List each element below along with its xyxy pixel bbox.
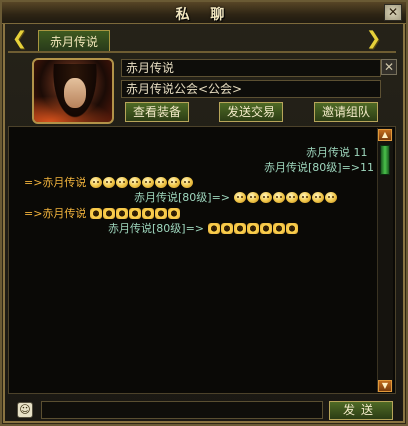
smiley-emote-icon xyxy=(298,192,311,203)
message-text: 赤月传说[80级]=> xyxy=(134,191,231,204)
scroll-up-icon[interactable]: ▲ xyxy=(378,129,392,141)
send-button[interactable]: 发送 xyxy=(329,401,393,420)
player-guild-field: 赤月传说公会<公会> xyxy=(121,80,381,98)
smiley-emote-icon xyxy=(89,208,102,219)
smiley-emote-icon xyxy=(285,223,298,234)
smiley-emote-icon xyxy=(233,192,246,203)
smiley-emote-icon xyxy=(89,177,102,188)
player-name-field: 赤月传说 xyxy=(121,59,381,77)
chat-message: =>赤月传说 xyxy=(24,207,181,221)
smiley-emote-icon xyxy=(285,192,298,203)
view-equipment-button[interactable]: 查看装备 xyxy=(125,102,189,122)
chat-message: 赤月传说[80级]=> xyxy=(134,191,338,205)
message-text: 赤月传说 11 xyxy=(306,146,368,159)
smiley-emote-icon xyxy=(180,177,193,188)
tab-contact[interactable]: 赤月传说 xyxy=(38,30,110,52)
smiley-emote-icon xyxy=(246,223,259,234)
emote-group xyxy=(207,222,299,235)
smiley-emote-icon xyxy=(115,208,128,219)
smiley-emote-icon xyxy=(154,177,167,188)
message-sender[interactable]: =>赤月传说 xyxy=(24,207,86,220)
smiley-emote-icon xyxy=(128,177,141,188)
chat-input[interactable] xyxy=(41,401,323,419)
chat-message: 赤月传说[80级]=> xyxy=(108,222,299,236)
emoji-icon[interactable]: ☺ xyxy=(17,402,33,418)
smiley-emote-icon xyxy=(207,223,220,234)
smiley-emote-icon xyxy=(259,223,272,234)
smiley-emote-icon xyxy=(311,192,324,203)
emote-group xyxy=(89,207,181,220)
smiley-emote-icon xyxy=(154,208,167,219)
smiley-emote-icon xyxy=(128,208,141,219)
tab-divider xyxy=(8,51,396,53)
avatar-face xyxy=(64,78,86,108)
titlebar: 私 聊 ✕ xyxy=(2,2,406,24)
emote-group xyxy=(233,191,338,204)
smiley-emote-icon xyxy=(272,192,285,203)
clear-button[interactable]: ✕ xyxy=(381,59,397,75)
emote-group xyxy=(89,176,194,189)
chevron-left-icon[interactable]: ❮ xyxy=(12,30,28,48)
message-text: 赤月传说[80级]=> xyxy=(108,222,205,235)
smiley-emote-icon xyxy=(141,177,154,188)
smiley-emote-icon xyxy=(102,177,115,188)
chevron-right-icon[interactable]: ❯ xyxy=(366,30,382,48)
chat-message: 赤月传说 11 xyxy=(306,146,368,160)
smiley-emote-icon xyxy=(259,192,272,203)
smiley-emote-icon xyxy=(324,192,337,203)
smiley-emote-icon xyxy=(233,223,246,234)
smiley-emote-icon xyxy=(246,192,259,203)
scroll-down-icon[interactable]: ▼ xyxy=(378,380,392,392)
smiley-emote-icon xyxy=(167,177,180,188)
invite-party-button[interactable]: 邀请组队 xyxy=(314,102,378,122)
scroll-thumb[interactable] xyxy=(380,145,390,175)
smiley-emote-icon xyxy=(115,177,128,188)
smiley-emote-icon xyxy=(167,208,180,219)
chat-message: =>赤月传说 xyxy=(24,176,194,190)
smiley-emote-icon xyxy=(141,208,154,219)
close-button[interactable]: ✕ xyxy=(384,4,402,21)
chat-message: 赤月传说[80级]=>11 xyxy=(264,161,374,175)
smiley-emote-icon xyxy=(272,223,285,234)
message-text: 赤月传说[80级]=>11 xyxy=(264,161,375,174)
avatar xyxy=(32,58,114,124)
smiley-emote-icon xyxy=(220,223,233,234)
window-title: 私 聊 xyxy=(175,7,233,23)
message-sender[interactable]: =>赤月传说 xyxy=(24,176,86,189)
smiley-emote-icon xyxy=(102,208,115,219)
send-trade-button[interactable]: 发送交易 xyxy=(219,102,283,122)
